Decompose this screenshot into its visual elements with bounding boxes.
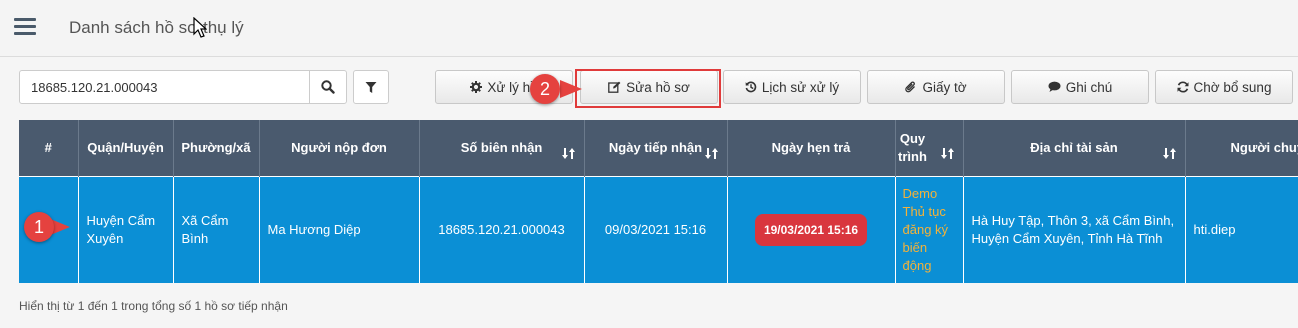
table-row[interactable]: Huyện Cẩm Xuyên Xã Cẩm Bình Ma Hương Diệ… xyxy=(19,175,1298,283)
documents-button[interactable]: Giấy tờ xyxy=(867,70,1005,104)
cell-district: Huyện Cẩm Xuyên xyxy=(78,175,174,283)
filter-icon xyxy=(365,81,377,93)
sort-icon xyxy=(561,148,575,159)
sort-icon xyxy=(704,148,718,159)
notes-button[interactable]: Ghi chú xyxy=(1011,70,1149,104)
column-header-receipt-no[interactable]: Số biên nhận xyxy=(419,120,585,176)
refresh-icon xyxy=(1177,81,1189,93)
notes-button-label: Ghi chú xyxy=(1065,79,1113,95)
history-icon xyxy=(745,81,757,93)
step-2-pointer xyxy=(560,80,582,98)
search-input[interactable] xyxy=(19,70,310,104)
cell-ward: Xã Cẩm Bình xyxy=(173,175,260,283)
column-header-received-date-label: Ngày tiếp nhận xyxy=(608,140,703,156)
cell-address: Hà Huy Tập, Thôn 3, xã Cẩm Bình, Huyện C… xyxy=(963,175,1186,283)
column-header-ward[interactable]: Phường/xã xyxy=(173,120,260,176)
column-header-receipt-no-label: Số biên nhận xyxy=(460,140,543,156)
column-header-address-label: Địa chỉ tài sản xyxy=(1030,140,1118,156)
due-date-badge: 19/03/2021 15:16 xyxy=(754,213,868,246)
column-header-due-date[interactable]: Ngày hẹn trả xyxy=(727,120,896,176)
step-2-badge: 2 xyxy=(530,74,560,104)
records-table: # Quận/Huyện Phường/xã Người nộp đơn Số … xyxy=(19,120,1298,283)
gear-icon xyxy=(470,81,483,93)
sort-icon xyxy=(1162,148,1176,159)
column-header-process-label: Quy trình xyxy=(898,130,927,164)
paperclip-icon xyxy=(905,81,916,92)
column-header-process[interactable]: Quy trình xyxy=(895,120,964,176)
pending-supplement-button-label: Chờ bổ sung xyxy=(1193,79,1272,95)
highlight-frame xyxy=(575,69,721,108)
page-title: Danh sách hồ sơ thụ lý xyxy=(69,18,244,37)
mouse-cursor-icon xyxy=(193,17,207,38)
column-header-index: # xyxy=(19,120,79,176)
column-header-address[interactable]: Địa chỉ tài sản xyxy=(963,120,1186,176)
top-bar: Danh sách hồ sơ thụ lý xyxy=(0,0,1298,57)
documents-button-label: Giấy tờ xyxy=(922,79,967,95)
table-header-row: # Quận/Huyện Phường/xã Người nộp đơn Số … xyxy=(19,120,1298,176)
comment-icon xyxy=(1048,81,1061,92)
pagination-summary: Hiển thị từ 1 đến 1 trong tổng số 1 hồ s… xyxy=(19,299,288,313)
cell-received-date: 09/03/2021 15:16 xyxy=(584,175,728,283)
column-header-applicant[interactable]: Người nộp đơn xyxy=(259,120,420,176)
cell-due-date: 19/03/2021 15:16 xyxy=(727,175,896,283)
sort-icon xyxy=(940,148,954,159)
cell-handler: hti.diep xyxy=(1185,175,1298,283)
search-button[interactable] xyxy=(309,70,347,104)
cell-receipt-no: 18685.120.21.000043 xyxy=(419,175,585,283)
filter-button[interactable] xyxy=(353,70,389,104)
column-header-district[interactable]: Quận/Huyện xyxy=(78,120,174,176)
column-header-handler[interactable]: Người chuy xyxy=(1185,120,1298,176)
menu-icon[interactable] xyxy=(14,18,36,36)
cell-applicant: Ma Hương Diệp xyxy=(259,175,420,283)
step-1-badge: 1 xyxy=(24,212,54,242)
search-icon xyxy=(321,80,335,94)
cell-process: Demo Thủ tục đăng ký biến động xyxy=(895,175,964,283)
history-button[interactable]: Lịch sử xử lý xyxy=(723,70,861,104)
history-button-label: Lịch sử xử lý xyxy=(761,79,840,95)
column-header-received-date[interactable]: Ngày tiếp nhận xyxy=(584,120,728,176)
pending-supplement-button[interactable]: Chờ bổ sung xyxy=(1155,70,1293,104)
